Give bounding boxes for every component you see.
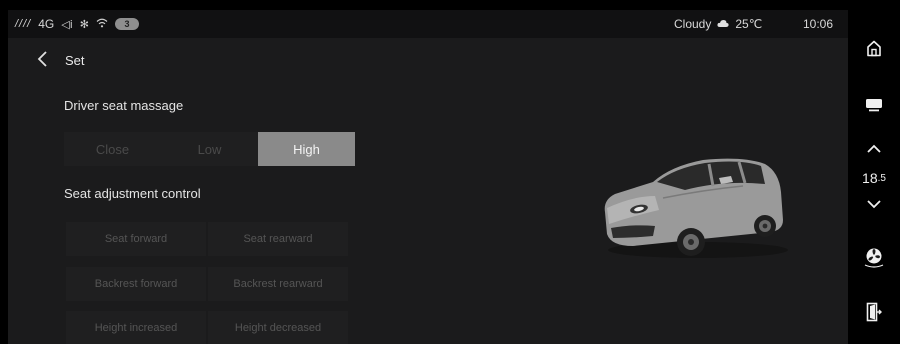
display-button[interactable] [848,94,900,116]
cloud-icon [717,17,729,31]
page-title: Set [65,53,85,68]
chevron-down-icon [867,200,881,209]
massage-close-button[interactable]: Close [64,132,161,166]
outdoor-temperature: 25℃ [735,17,763,31]
bluetooth-icon: ✻ [79,18,89,31]
chevron-left-icon [37,51,47,67]
massage-level-selector: Close Low High [64,132,355,166]
exit-button[interactable] [848,300,900,324]
notification-badge: 3 [114,18,139,30]
temperature-down-button[interactable] [848,194,900,214]
massage-high-button[interactable]: High [258,132,355,166]
screen-icon [866,99,882,112]
side-dock: 18.5 [848,10,900,344]
exit-door-icon [866,302,882,322]
massage-low-button[interactable]: Low [161,132,258,166]
temperature-value: 18 [862,170,878,186]
volume-icon: ◁ⅰ [61,18,73,31]
home-button[interactable] [848,36,900,60]
clock: 10:06 [803,17,834,31]
weather-label: Cloudy [674,17,712,31]
temperature-decimal: .5 [877,172,886,184]
massage-section-label: Driver seat massage [64,98,184,113]
signal-strength: //// [15,18,32,30]
height-decreased-button[interactable]: Height decreased [208,311,348,344]
temperature-up-button[interactable] [848,138,900,160]
vehicle-image [604,158,788,258]
screen: //// 4G ◁ⅰ ✻ 3 Cloudy 25℃ 10:06 Set Driv… [8,10,848,344]
seat-forward-button[interactable]: Seat forward [66,222,206,256]
network-type: 4G [38,17,55,31]
home-icon [867,40,881,56]
backrest-forward-button[interactable]: Backrest forward [66,267,206,301]
back-button[interactable] [36,50,48,72]
height-increased-button[interactable]: Height increased [66,311,206,344]
seat-rearward-button[interactable]: Seat rearward [208,222,348,256]
temperature-display: 18.5 [848,168,900,188]
adjustment-section-label: Seat adjustment control [64,186,201,201]
backrest-rearward-button[interactable]: Backrest rearward [208,267,348,301]
wifi-icon [96,18,108,31]
status-bar: //// 4G ◁ⅰ ✻ 3 Cloudy 25℃ 10:06 [8,10,848,38]
fan-button[interactable] [848,242,900,272]
chevron-up-icon [867,144,881,153]
fan-icon [864,248,884,268]
